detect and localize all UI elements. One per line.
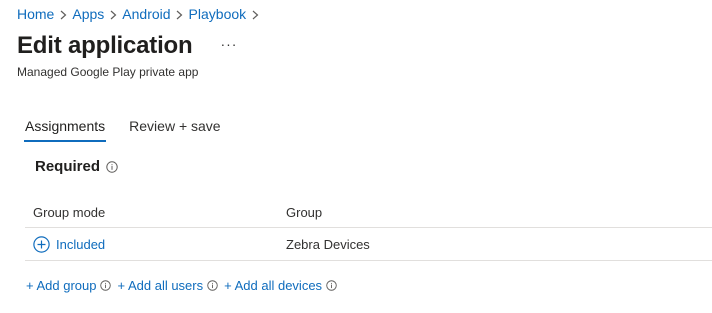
column-header-group: Group [286, 204, 323, 220]
breadcrumb: Home Apps Android Playbook [17, 5, 264, 23]
chevron-right-icon [171, 5, 189, 23]
tab-assignments[interactable]: Assignments [23, 118, 107, 142]
table-header: Group mode Group [25, 197, 712, 228]
add-all-users-link[interactable]: + Add all users [117, 278, 203, 293]
plus-circle-icon [33, 235, 50, 253]
breadcrumb-home[interactable]: Home [17, 5, 54, 23]
page: Home Apps Android Playbook Edit applicat… [0, 0, 712, 313]
chevron-right-icon [54, 5, 72, 23]
breadcrumb-playbook[interactable]: Playbook [189, 5, 247, 23]
section-heading-required: Required [35, 158, 118, 175]
group-mode-cell: Included [25, 235, 277, 253]
info-icon[interactable] [326, 280, 337, 291]
more-icon[interactable]: ··· [220, 36, 237, 52]
section-title: Required [35, 158, 101, 175]
info-icon[interactable] [207, 280, 218, 291]
add-group-link[interactable]: + Add group [26, 278, 96, 293]
breadcrumb-apps[interactable]: Apps [72, 5, 104, 23]
group-cell: Zebra Devices [286, 236, 370, 252]
group-mode-label: Included [56, 236, 106, 252]
page-title: Edit application [17, 32, 193, 59]
add-all-devices-link[interactable]: + Add all devices [224, 278, 322, 293]
tab-bar: Assignments Review + save [23, 118, 245, 142]
info-icon[interactable] [106, 160, 118, 173]
chevron-right-icon [104, 5, 122, 23]
breadcrumb-android[interactable]: Android [122, 5, 170, 23]
chevron-right-icon [246, 5, 264, 23]
included-link[interactable]: Included [33, 235, 277, 253]
title-row: Edit application ··· [17, 32, 237, 60]
table-row: Included Zebra Devices [25, 228, 712, 261]
column-header-group-mode: Group mode [33, 204, 106, 220]
tab-review-save[interactable]: Review + save [129, 118, 220, 134]
info-icon[interactable] [100, 280, 112, 291]
add-actions: + Add group + Add all users + Add all de… [26, 278, 343, 293]
assignments-table: Group mode Group Included Zebra Devices [25, 197, 712, 261]
page-subtitle: Managed Google Play private app [17, 65, 199, 79]
